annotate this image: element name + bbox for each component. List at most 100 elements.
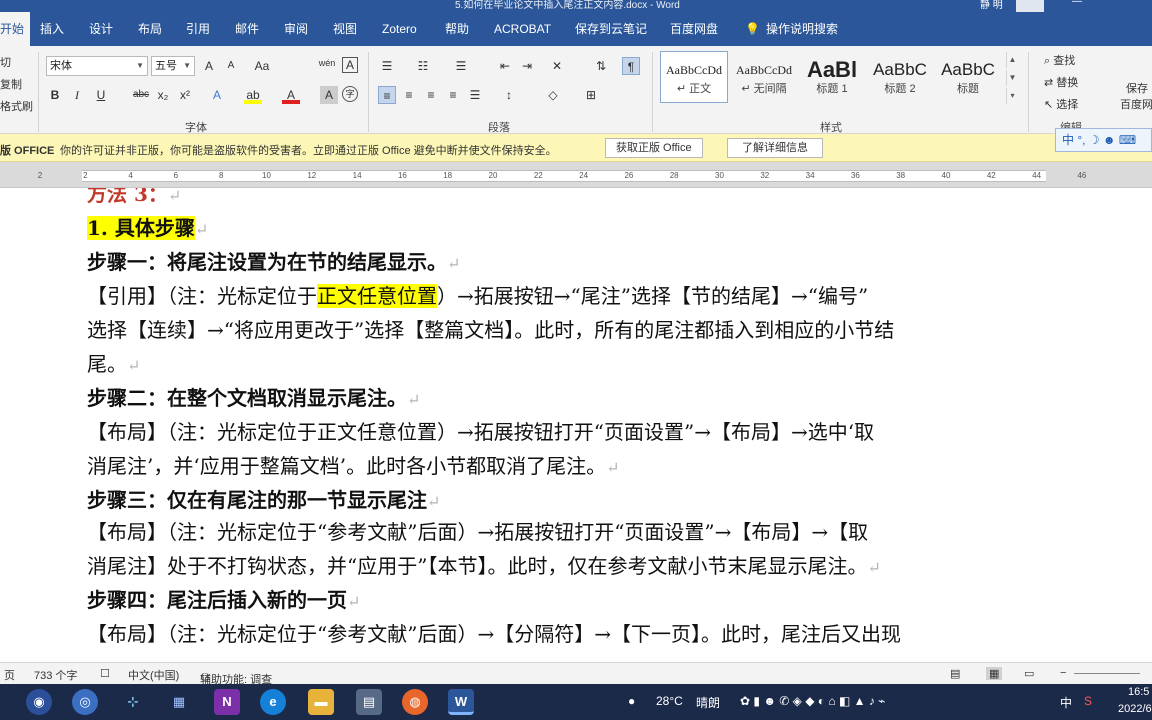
tab-save-cloud[interactable]: 保存到云笔记 [575,12,647,46]
task-view-icon[interactable]: ⊹ [120,689,146,715]
save-baidu-button[interactable]: 保存 [1126,80,1148,96]
style-heading-1[interactable]: AaBl 标题 1 [798,51,866,103]
bold-button[interactable]: B [46,86,64,104]
learn-more-button[interactable]: 了解详细信息 [727,138,823,158]
tab-references[interactable]: 引用 [186,12,210,46]
italic-button[interactable]: I [68,86,86,104]
cut-button[interactable]: 切 [0,54,11,70]
weather-icon[interactable]: ● [628,694,635,708]
clock-date[interactable]: 2022/6 [1118,703,1152,715]
character-border-button[interactable]: A [342,57,358,73]
strikethrough-button[interactable]: abc [130,86,152,104]
word-icon[interactable]: W [448,689,474,715]
document-page[interactable]: 方法 3：↵ 1. 具体步骤↵ 步骤一：将尾注设置为在节的结尾显示。↵ 【引用】… [0,188,1152,662]
search-icon[interactable]: ◎ [72,689,98,715]
grow-font-button[interactable]: A [200,57,218,75]
read-mode-icon[interactable]: ▤ [950,667,960,680]
print-layout-icon[interactable]: ▦ [986,667,1003,680]
distributed-icon[interactable]: ☰ [466,86,484,104]
paragraph-mark: ↵ [127,356,141,375]
increase-indent-icon[interactable]: ⇥ [518,57,536,75]
multilevel-list-icon[interactable]: ☰ [452,57,470,75]
tab-view[interactable]: 视图 [333,12,357,46]
borders-icon[interactable]: ⊞ [582,86,600,104]
minimize-button[interactable]: — [1072,0,1082,7]
change-case-button[interactable]: Aa [250,57,274,75]
firefox-icon[interactable]: ◍ [402,689,428,715]
font-size-combo[interactable]: 五号 ▼ [151,56,195,76]
style-heading-2[interactable]: AaBbC 标题 2 [866,51,934,103]
align-left-icon[interactable]: ≡ [378,86,396,104]
phonetic-guide-button[interactable]: wén [318,54,336,72]
select-button[interactable]: ↖ 选择 [1044,96,1078,112]
shrink-font-button[interactable]: A [222,57,240,75]
clock-time[interactable]: 16:5 [1128,686,1149,698]
show-marks-icon[interactable]: ¶ [622,57,640,75]
subscript-button[interactable]: x₂ [154,86,172,104]
line-spacing-icon[interactable]: ↕ [500,86,518,104]
style-normal[interactable]: AaBbCcDd ↵ 正文 [660,51,728,103]
weather-condition[interactable]: 晴朗 [696,694,720,711]
asian-layout-icon[interactable]: ✕ [548,57,566,75]
calculator-icon[interactable]: ▤ [356,689,382,715]
input-method[interactable]: 中 [1060,694,1072,711]
tab-help[interactable]: 帮助 [445,12,469,46]
format-painter-button[interactable]: 格式刷 [0,98,33,114]
start-icon[interactable]: ◉ [26,689,52,715]
temperature[interactable]: 28°C [656,694,683,708]
shading-icon[interactable]: ◇ [544,86,562,104]
text-effects-button[interactable]: A [208,86,226,104]
decrease-indent-icon[interactable]: ⇤ [496,57,514,75]
gallery-down-icon[interactable]: ▼ [1006,70,1018,86]
sogou-icon[interactable]: S [1084,694,1092,708]
font-color-button[interactable]: A [282,86,300,104]
highlight-color-button[interactable]: ab [244,86,262,104]
language-indicator[interactable]: 中文(中国) [128,667,179,683]
style-no-spacing[interactable]: AaBbCcDd ↵ 无间隔 [730,51,798,103]
tab-design[interactable]: 设计 [89,12,113,46]
tab-home[interactable]: 开始 [0,12,31,46]
style-title[interactable]: AaBbC 标题 [934,51,1002,103]
align-right-icon[interactable]: ≡ [422,86,440,104]
onenote-icon[interactable]: N [214,689,240,715]
font-name-combo[interactable]: 宋体 ▼ [46,56,148,76]
ime-toolbar[interactable]: 中 °, ☽ ☻ ⌨ [1055,128,1152,152]
user-name[interactable]: 静 明 [980,0,1003,11]
tab-layout[interactable]: 布局 [138,12,162,46]
tab-zotero[interactable]: Zotero [382,12,417,46]
tray-icons[interactable]: ✿ ▮ ☻ ✆ ◈ ◆ ◐ ⌂ ◧ ▲ ♪ ⌁ [740,694,885,708]
gallery-up-icon[interactable]: ▲ [1006,52,1018,68]
tab-acrobat[interactable]: ACROBAT [494,12,551,46]
superscript-button[interactable]: x² [176,86,194,104]
justify-icon[interactable]: ≡ [444,86,462,104]
horizontal-ruler[interactable]: 2 2 4 6 8 10 12 14 16 18 20 22 24 26 28 30 32 34 36 38 40 42 4… [0,162,1152,188]
find-button[interactable]: ⌕ 查找 [1044,52,1075,68]
copy-button[interactable]: 复制 [0,76,22,92]
page-indicator[interactable]: 页 [4,667,15,683]
avatar[interactable] [1016,0,1044,12]
gallery-more-icon[interactable]: ▾ [1006,88,1018,104]
bullets-icon[interactable]: ☰ [378,57,396,75]
zoom-out-icon[interactable]: − [1060,667,1066,679]
zoom-slider[interactable] [1074,673,1140,674]
tab-review[interactable]: 审阅 [284,12,308,46]
underline-button[interactable]: U [92,86,110,104]
replace-button[interactable]: ⇄ 替换 [1044,74,1078,90]
tab-baidu[interactable]: 百度网盘 [670,12,718,46]
tab-insert[interactable]: 插入 [40,12,64,46]
tab-mailings[interactable]: 邮件 [235,12,259,46]
character-shading-button[interactable]: A [320,86,338,104]
numbering-icon[interactable]: ☷ [414,57,432,75]
get-genuine-office-button[interactable]: 获取正版 Office [605,138,703,158]
web-layout-icon[interactable]: ▭ [1024,667,1034,680]
proofing-icon[interactable]: ☐ [100,667,110,680]
word-count[interactable]: 733 个字 [34,667,77,683]
tell-me-search[interactable]: 💡 操作说明搜索 [745,12,838,46]
status-bar: 页 733 个字 ☐ 中文(中国) ⚇ 辅助功能: 调查 ▤ ▦ ▭ − [0,662,1152,686]
apps-icon[interactable]: ▦ [166,689,192,715]
file-explorer-icon[interactable]: ▬ [308,689,334,715]
enclose-characters-button[interactable]: 字 [342,86,358,102]
edge-icon[interactable]: e [260,689,286,715]
align-center-icon[interactable]: ≡ [400,86,418,104]
sort-icon[interactable]: ⇅ [592,57,610,75]
